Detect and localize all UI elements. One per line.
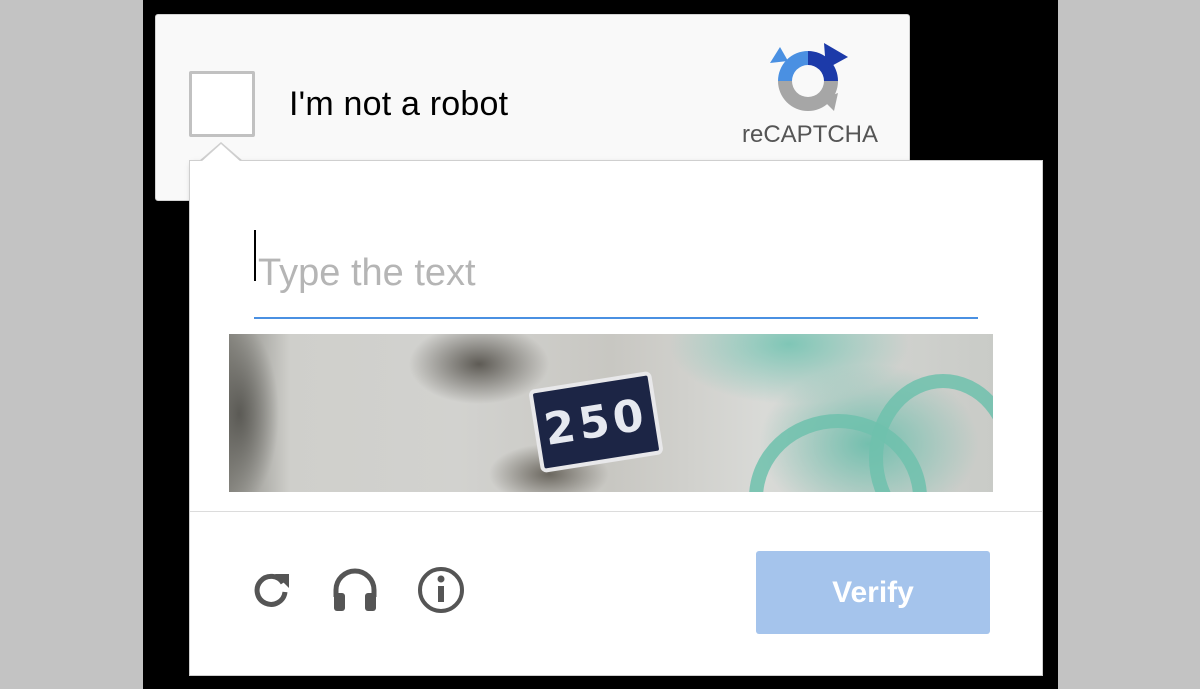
captcha-sign-text: 250 — [540, 388, 652, 456]
popup-pointer-fill — [201, 144, 241, 162]
captcha-image: 250 — [229, 334, 993, 492]
reload-button[interactable] — [246, 565, 296, 615]
robot-checkbox[interactable] — [189, 71, 255, 137]
challenge-popup: 250 Verify — [189, 160, 1043, 676]
recaptcha-brand: reCAPTCHA — [742, 121, 879, 148]
captcha-text-input[interactable] — [254, 229, 978, 319]
info-button[interactable] — [416, 565, 466, 615]
verify-button[interactable]: Verify — [756, 551, 990, 634]
reload-icon — [254, 573, 289, 607]
graffiti-shape — [869, 374, 993, 492]
audio-button[interactable] — [330, 565, 380, 615]
checkbox-label: I'm not a robot — [289, 85, 509, 123]
info-icon — [418, 567, 464, 613]
recaptcha-logo-icon — [770, 43, 848, 111]
house-number-sign: 250 — [528, 370, 664, 474]
text-caret — [254, 230, 256, 281]
headphones-icon — [333, 568, 377, 611]
footer-divider — [190, 511, 1042, 512]
